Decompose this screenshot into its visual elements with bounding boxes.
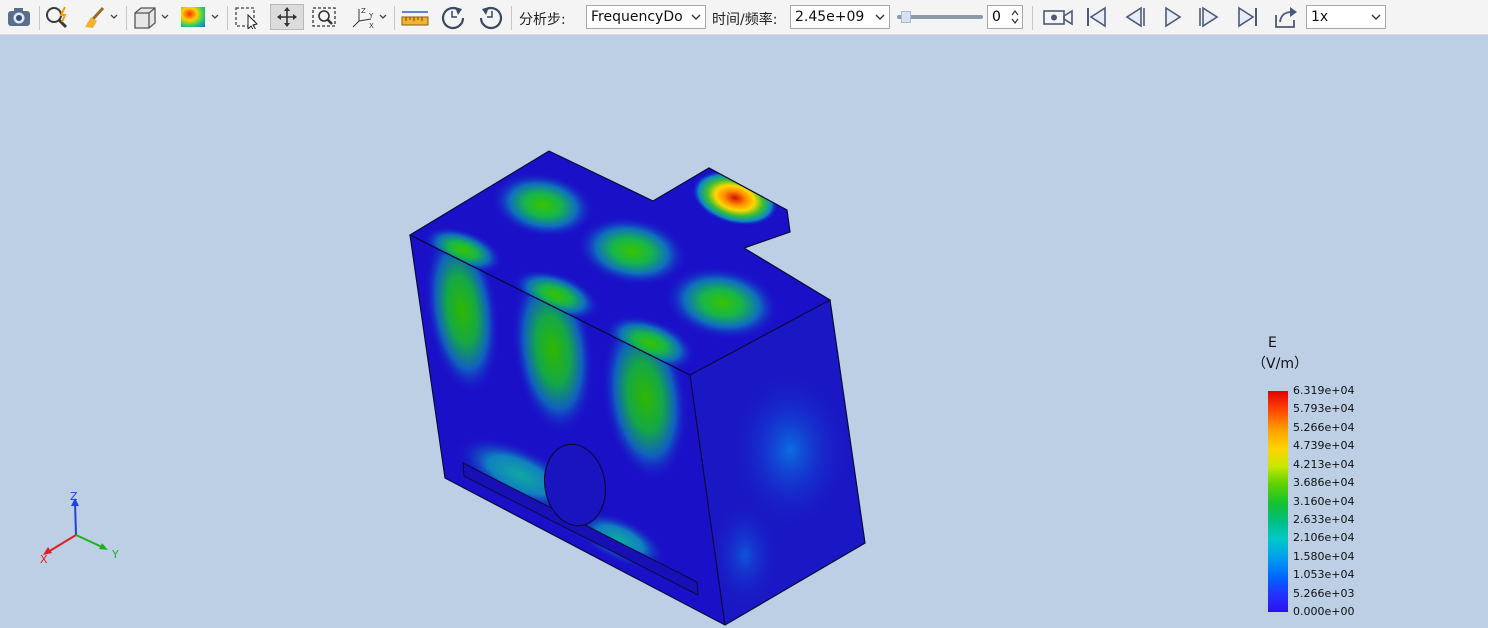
legend-tick-label: 0.000e+00 bbox=[1293, 605, 1355, 618]
legend-colorbar bbox=[1268, 391, 1288, 612]
time-freq-label: 时间/频率: bbox=[712, 12, 778, 28]
legend-tick-label: 1.053e+04 bbox=[1293, 568, 1355, 582]
camera-icon[interactable] bbox=[4, 4, 34, 30]
ruler-icon[interactable] bbox=[398, 4, 432, 30]
analysis-step-select[interactable]: FrequencyDo bbox=[586, 5, 706, 29]
legend-tick-label: 3.686e+04 bbox=[1293, 476, 1355, 490]
legend-tick-label: 5.266e+03 bbox=[1293, 586, 1355, 600]
cube-view-icon[interactable] bbox=[130, 4, 172, 30]
x-axis-label: X bbox=[40, 553, 48, 566]
playback-speed-value: 1x bbox=[1311, 9, 1329, 25]
legend-unit-close: ） bbox=[1293, 356, 1308, 372]
record-icon[interactable] bbox=[1040, 4, 1076, 30]
select-icon[interactable] bbox=[232, 4, 264, 30]
x-axis-line bbox=[47, 534, 77, 553]
toolbar: ZYX 分析步: FrequencyDo 时间/频率: 2.45e+09 0 1… bbox=[0, 0, 1488, 35]
legend-tick-label: 6.319e+04 bbox=[1293, 384, 1355, 397]
next-frame-icon[interactable] bbox=[1194, 4, 1226, 30]
legend-tick-label: 2.106e+04 bbox=[1293, 531, 1355, 545]
time-freq-select[interactable]: 2.45e+09 bbox=[790, 5, 890, 29]
time-freq-value: 2.45e+09 bbox=[795, 9, 865, 25]
3d-viewport[interactable]: E （V/m） 6.319e+04 5.793e+04 5.266e+04 4.739… bbox=[0, 35, 1488, 628]
chevron-down-icon bbox=[874, 6, 886, 28]
legend-tick-label: 2.633e+04 bbox=[1293, 512, 1355, 526]
legend-tick-label: 5.266e+04 bbox=[1293, 420, 1355, 434]
legend-unit: （V/m） bbox=[1250, 353, 1310, 373]
playback-speed-select[interactable]: 1x bbox=[1306, 5, 1386, 29]
svg-text:Z: Z bbox=[361, 7, 366, 15]
legend-tick-label: 4.213e+04 bbox=[1293, 457, 1355, 471]
rotate-ccw-icon[interactable] bbox=[474, 4, 508, 30]
frame-index-spinbox[interactable]: 0 bbox=[987, 5, 1023, 29]
first-frame-icon[interactable] bbox=[1080, 4, 1112, 30]
z-axis-label: Z bbox=[70, 490, 78, 503]
analysis-step-label: 分析步: bbox=[519, 12, 566, 28]
legend-unit-open: （ bbox=[1252, 356, 1267, 372]
y-axis-label: Y bbox=[112, 548, 119, 561]
rotate-cw-icon[interactable] bbox=[436, 4, 470, 30]
legend-tick-label: 3.160e+04 bbox=[1293, 494, 1355, 508]
frame-slider[interactable] bbox=[897, 11, 983, 23]
chevron-down-icon bbox=[1370, 6, 1382, 28]
z-axis-line bbox=[74, 501, 77, 536]
svg-text:Y: Y bbox=[368, 12, 374, 20]
prev-frame-icon[interactable] bbox=[1118, 4, 1150, 30]
frame-slider-thumb[interactable] bbox=[901, 11, 911, 23]
pan-icon[interactable] bbox=[270, 4, 304, 30]
axes-icon[interactable]: ZYX bbox=[348, 4, 390, 30]
y-axis-line bbox=[75, 534, 103, 548]
legend-quantity: E bbox=[1268, 335, 1277, 351]
last-frame-icon[interactable] bbox=[1232, 4, 1264, 30]
spin-arrows-icon[interactable] bbox=[1010, 7, 1020, 34]
analysis-step-value: FrequencyDo bbox=[591, 9, 683, 25]
zoom-box-icon[interactable] bbox=[308, 4, 342, 30]
legend-tick-label: 1.580e+04 bbox=[1293, 549, 1355, 563]
field-model[interactable] bbox=[0, 35, 1488, 628]
brush-icon[interactable] bbox=[80, 4, 120, 30]
export-icon[interactable] bbox=[1270, 4, 1302, 30]
frame-index-value: 0 bbox=[992, 9, 1001, 25]
play-icon[interactable] bbox=[1156, 4, 1188, 30]
chevron-down-icon bbox=[690, 6, 702, 28]
legend-unit-text: V/m bbox=[1266, 356, 1294, 372]
contour-icon[interactable] bbox=[178, 4, 222, 30]
legend-tick-label: 5.793e+04 bbox=[1293, 402, 1355, 416]
legend-tick-label: 4.739e+04 bbox=[1293, 439, 1355, 453]
query-icon[interactable] bbox=[42, 4, 74, 30]
svg-text:X: X bbox=[369, 22, 374, 29]
